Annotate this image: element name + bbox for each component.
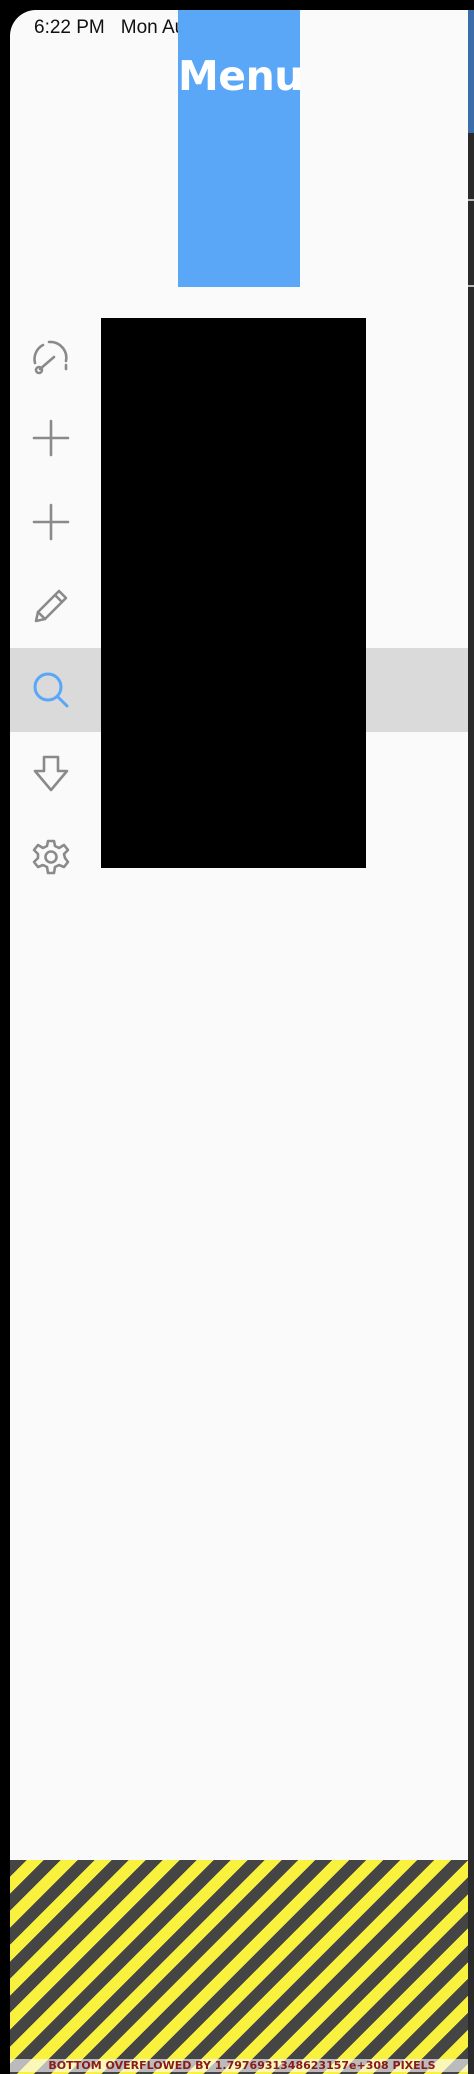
overflow-warning-stripes: BOTTOM OVERFLOWED BY 1.7976931348623157e… (10, 1860, 474, 2074)
adjacent-panel-edge (468, 10, 474, 2074)
plus-icon (30, 501, 72, 543)
menu-title: Menu (178, 52, 303, 100)
download-arrow-icon (30, 753, 72, 795)
status-time: 6:22 PM (34, 17, 105, 38)
adjacent-divider (468, 199, 474, 201)
menu-header: Menu (178, 10, 303, 287)
search-icon (30, 669, 72, 711)
plus-icon (30, 417, 72, 459)
overflow-warning-text: BOTTOM OVERFLOWED BY 1.7976931348623157e… (10, 2059, 474, 2072)
app-screen: 6:22 PM Mon Aug 1 Menu BOTTOM OVERFLOWED… (10, 10, 474, 2074)
adjacent-panel-accent (468, 10, 474, 133)
speedometer-icon (30, 333, 72, 375)
adjacent-divider (468, 285, 474, 287)
pencil-icon (30, 585, 72, 627)
blank-popup-panel (101, 318, 366, 868)
settings-gear-icon (30, 837, 72, 879)
